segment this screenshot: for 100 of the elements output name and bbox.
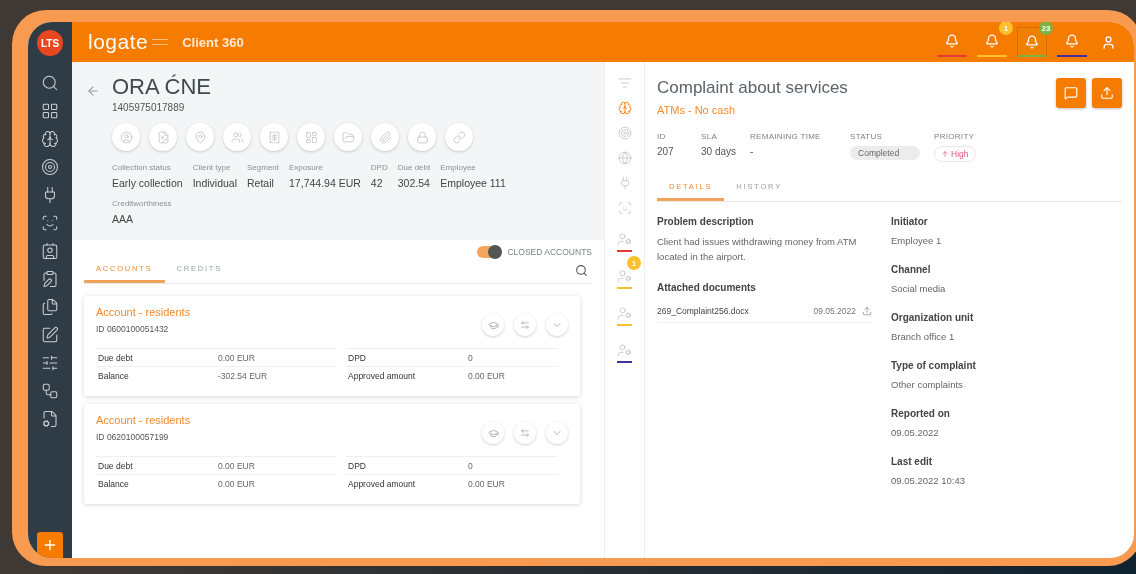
dashboard-button[interactable] (297, 123, 325, 151)
count-badge: 1 (627, 256, 641, 270)
field-label: Collection status (112, 163, 172, 172)
toggle-label: CLOSED ACCOUNTS (507, 247, 592, 257)
expand-button[interactable] (546, 314, 568, 336)
detail-label: Channel (891, 264, 932, 275)
bell-icon (1025, 34, 1039, 49)
globe-icon[interactable] (617, 151, 632, 165)
user-settings-icon[interactable] (617, 343, 632, 363)
search-icon[interactable] (41, 74, 59, 92)
field-label: Segment (247, 163, 280, 172)
detail-label: Last edit (891, 456, 934, 467)
meta-label: SLA (701, 132, 719, 141)
description-text: Client had issues withdrawing money from ATM located in the airport. (657, 235, 858, 265)
table-label: Approved amount (346, 366, 466, 384)
detail-label: Reported on (891, 408, 951, 419)
table-label: DPD (346, 456, 466, 474)
detail-value: Social media (891, 283, 947, 294)
file-settings-icon[interactable] (41, 410, 59, 428)
add-button[interactable] (37, 532, 63, 558)
edit-icon[interactable] (41, 326, 59, 344)
meta-value: - (750, 146, 755, 157)
bell-icon (1065, 34, 1079, 48)
complaint-title: Complaint about services (657, 78, 848, 98)
cap-icon (487, 319, 499, 331)
folder-icon (341, 130, 355, 144)
status-badge: Completed (850, 146, 921, 160)
meta-value: 30 days (701, 146, 737, 157)
upload-button[interactable] (1092, 78, 1122, 108)
table-label: DPD (346, 348, 466, 366)
paperclip-button[interactable] (371, 123, 399, 151)
receipt-icon (267, 130, 281, 144)
bell-icon (945, 34, 959, 48)
cap-icon (487, 427, 499, 439)
section-heading: Attached documents (657, 282, 757, 294)
transfer-button[interactable] (514, 314, 536, 336)
sliders-icon[interactable] (41, 354, 59, 372)
arrows-icon (520, 428, 530, 438)
files-icon[interactable] (41, 298, 59, 316)
table-value: 0 (466, 456, 558, 474)
account-title[interactable]: Account - residents (96, 414, 191, 426)
users-button[interactable] (223, 123, 251, 151)
comment-button[interactable] (1056, 78, 1086, 108)
transfer-button[interactable] (514, 422, 536, 444)
lock-button[interactable] (408, 123, 436, 151)
detail-value: Branch office 1 (891, 331, 956, 342)
scan-face-icon[interactable] (41, 214, 59, 232)
clipboard-icon[interactable] (41, 270, 59, 288)
grid-icon[interactable] (41, 102, 59, 120)
table-label: Balance (96, 366, 216, 384)
image-file-button[interactable] (149, 123, 177, 151)
table-value: 0.00 EUR (216, 456, 336, 474)
client-number: 1405975017889 (112, 102, 186, 113)
cap-button[interactable] (482, 422, 504, 444)
contact-card-icon[interactable] (41, 242, 59, 260)
meta-label: REMAINING TIME (750, 132, 822, 141)
link-button[interactable] (445, 123, 473, 151)
comment-icon (1064, 86, 1078, 100)
user-icon (119, 130, 133, 144)
filter-list-icon[interactable] (617, 76, 632, 90)
logo-mark (152, 39, 169, 45)
field-value: 17,744.94 EUR (289, 177, 361, 189)
user-button[interactable] (112, 123, 140, 151)
count-badge: 1 (999, 22, 1013, 35)
field-label: Creditworthiness (112, 199, 172, 208)
meta-value: 207 (657, 146, 675, 157)
account-id: ID 0620100057199 (96, 432, 170, 442)
logo-badge: LTS (37, 30, 63, 56)
module-title: Client 360 (182, 34, 244, 50)
table-label: Due debt (96, 456, 216, 474)
account-title[interactable]: Account - residents (96, 306, 191, 318)
file-name[interactable]: 269_Complaint256.docx (657, 306, 749, 317)
table-value: 0 (466, 348, 558, 366)
file-date: 09.05.2022 (813, 306, 856, 317)
field-value: Individual (192, 177, 237, 189)
map-pin-button[interactable] (186, 123, 214, 151)
detail-label: Initiator (891, 216, 929, 227)
detail-value: 09.05.2022 10:43 (891, 475, 966, 486)
user-button[interactable] (1101, 34, 1116, 50)
upload-icon (1100, 86, 1114, 100)
table-value: 0.00 EUR (216, 348, 336, 366)
user-icon (1101, 34, 1116, 50)
folder-button[interactable] (334, 123, 362, 151)
target-icon[interactable] (41, 158, 59, 176)
table-value: 0.00 EUR (216, 474, 336, 492)
cap-button[interactable] (482, 314, 504, 336)
field-value: Retail (247, 177, 275, 189)
detail-value: Employee 1 (891, 235, 943, 246)
receipt-button[interactable] (260, 123, 288, 151)
field-value: AAA (112, 213, 134, 225)
user-settings-icon[interactable] (617, 232, 632, 252)
dashboard-icon (304, 130, 318, 144)
toggle-switch[interactable] (477, 246, 502, 258)
meta-label: PRIORITY (934, 132, 976, 141)
field-label: Due debt (397, 163, 431, 172)
meta-label: ID (657, 132, 667, 141)
expand-button[interactable] (546, 422, 568, 444)
workflow-icon[interactable] (41, 382, 59, 400)
upload-icon[interactable] (862, 306, 872, 317)
field-value: 42 (370, 177, 384, 189)
